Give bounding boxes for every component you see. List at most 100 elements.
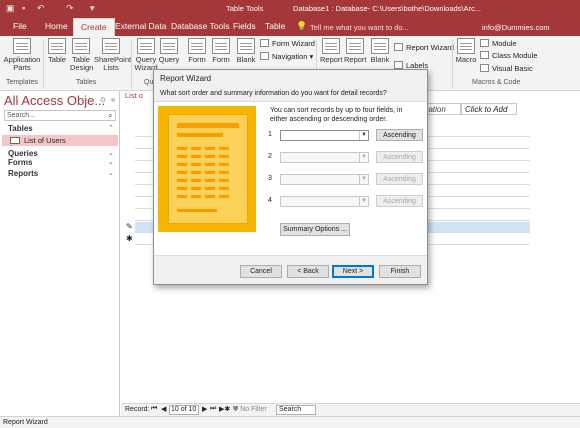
nav-section-queries[interactable]: Queries <box>8 149 38 158</box>
blank-form-button[interactable]: Blank <box>234 38 258 64</box>
class-module-button[interactable]: Class Module <box>480 51 537 60</box>
tab-file[interactable]: File <box>6 18 34 36</box>
chevron-down-icon[interactable]: ⌄ <box>108 158 114 166</box>
sort-field-2-select[interactable]: ▼ <box>280 152 369 163</box>
report-wizard-icon <box>394 43 403 51</box>
nav-menu-chevron-icon[interactable]: ⊙ <box>100 96 106 104</box>
undo-icon[interactable]: ↶ <box>37 3 45 14</box>
group-label-macros: Macros & Code <box>472 79 521 86</box>
sort-field-3-select[interactable]: ▼ <box>280 174 369 185</box>
report-design-button[interactable]: Report <box>344 38 367 64</box>
report-design-icon <box>346 38 364 54</box>
group-label-tables: Tables <box>76 79 97 86</box>
title-bar: ▣ ▪ ↶ ↷ ▾ Table Tools Database1 : Databa… <box>0 0 580 18</box>
sort-field-1-select[interactable]: ▼ <box>280 130 369 141</box>
query-design-button[interactable]: Query <box>158 38 180 64</box>
navigation-icon <box>260 52 269 60</box>
report-page-graphic <box>168 114 248 224</box>
redo-icon[interactable]: ↷ <box>66 3 74 14</box>
no-filter-button[interactable]: ⛊ No Filter <box>233 406 267 414</box>
account-name[interactable]: info@Dummies.com <box>482 23 550 32</box>
form-wizard-button[interactable]: Form Wizard <box>260 39 315 48</box>
sort-order-3-button[interactable]: Ascending <box>376 173 423 185</box>
sort-number: 2 <box>268 153 272 160</box>
report-wizard-button[interactable]: Report Wizard <box>394 43 454 52</box>
click-to-add-header[interactable]: Click to Add <box>461 103 517 115</box>
chevron-down-icon[interactable]: ⌄ <box>108 169 114 177</box>
cancel-button[interactable]: Cancel <box>240 265 282 278</box>
last-record-icon[interactable]: ⏭ <box>210 405 216 413</box>
group-separator <box>131 39 132 89</box>
next-button[interactable]: Next > <box>332 265 374 278</box>
chevron-down-icon[interactable]: ⌄ <box>108 149 114 157</box>
sharepoint-lists-button[interactable]: SharePoint Lists <box>94 38 131 72</box>
group-separator <box>43 39 44 89</box>
sort-order-2-button[interactable]: Ascending <box>376 151 423 163</box>
navigation-button[interactable]: Navigation ▾ <box>260 52 313 61</box>
sort-order-1-button[interactable]: Ascending <box>376 129 423 141</box>
macro-button[interactable]: Macro <box>455 38 477 64</box>
new-record-nav-icon[interactable]: ▶✱ <box>219 405 230 413</box>
tab-home[interactable]: Home <box>38 18 75 36</box>
form-design-icon <box>212 38 230 54</box>
blank-report-icon <box>371 38 389 54</box>
table-button[interactable]: Table <box>46 38 68 64</box>
tab-table[interactable]: Table <box>258 18 292 36</box>
module-button[interactable]: Module <box>480 39 517 48</box>
nav-item-list-of-users[interactable]: List of Users <box>2 135 118 146</box>
query-design-icon <box>160 38 178 54</box>
macro-icon <box>457 38 475 54</box>
blank-report-button[interactable]: Blank <box>368 38 392 64</box>
form-button[interactable]: Form <box>186 38 208 64</box>
sharepoint-lists-icon <box>102 38 120 54</box>
summary-options-button[interactable]: Summary Options ... <box>280 223 350 236</box>
chevron-up-icon[interactable]: ⌃ <box>108 124 114 132</box>
form-icon <box>188 38 206 54</box>
current-record-field[interactable]: 10 of 10 <box>169 405 199 415</box>
collapse-pane-icon[interactable]: « <box>111 95 115 104</box>
nav-section-tables[interactable]: Tables <box>8 124 33 133</box>
labels-icon <box>394 61 403 69</box>
sort-order-4-button[interactable]: Ascending <box>376 195 423 207</box>
form-design-button[interactable]: Form <box>210 38 232 64</box>
tell-me-box[interactable]: Tell me what you want to do... <box>310 23 409 32</box>
chevron-down-icon[interactable]: ▼ <box>359 131 368 140</box>
customize-qat-icon[interactable]: ▾ <box>90 3 95 14</box>
pencil-icon: ✎ <box>126 222 133 231</box>
window-title: Database1 : Database- C:\Users\bothe\Dow… <box>293 4 482 13</box>
nav-pane-title[interactable]: All Access Obje... <box>4 93 105 108</box>
chevron-down-icon[interactable]: ▼ <box>359 197 368 206</box>
previous-record-icon[interactable]: ◀ <box>161 405 166 413</box>
search-icon[interactable]: ⌕ <box>108 111 112 121</box>
group-label-queries: Qu <box>144 79 154 86</box>
dialog-instructions: You can sort records by up to four field… <box>270 107 403 123</box>
table-icon <box>48 38 66 54</box>
record-navigation: Record: ⏮ ◀ 10 of 10 ▶ ⏭ ▶✱ ⛊ No Filter … <box>121 403 580 416</box>
nav-search-input[interactable]: Search... <box>4 110 116 121</box>
finish-button[interactable]: Finish <box>379 265 421 278</box>
chevron-down-icon[interactable]: ▼ <box>359 153 368 162</box>
save-icon[interactable]: ▪ <box>22 3 25 13</box>
report-illustration <box>158 106 256 232</box>
query-wizard-icon <box>137 38 155 54</box>
report-button[interactable]: Report <box>320 38 343 64</box>
class-module-icon <box>480 51 489 59</box>
new-record-icon: ✱ <box>126 234 133 243</box>
access-logo-icon: ▣ <box>6 3 15 13</box>
chevron-down-icon[interactable]: ▼ <box>359 175 368 184</box>
visual-basic-button[interactable]: Visual Basic <box>480 64 533 73</box>
sort-field-4-select[interactable]: ▼ <box>280 196 369 207</box>
query-wizard-button[interactable]: Query Wizard <box>134 38 158 72</box>
nav-section-reports[interactable]: Reports <box>8 169 38 178</box>
nav-section-forms[interactable]: Forms <box>8 158 32 167</box>
table-design-button[interactable]: Table Design <box>70 38 93 72</box>
sort-number: 3 <box>268 175 272 182</box>
first-record-icon[interactable]: ⏮ <box>151 405 157 413</box>
next-record-icon[interactable]: ▶ <box>202 405 207 413</box>
visual-basic-icon <box>480 64 489 72</box>
application-parts-button[interactable]: Application Parts <box>2 38 42 72</box>
record-search-input[interactable]: Search <box>276 405 316 415</box>
group-label-templates: Templates <box>6 79 38 86</box>
document-tab[interactable]: List o <box>125 91 143 102</box>
back-button[interactable]: < Back <box>287 265 329 278</box>
